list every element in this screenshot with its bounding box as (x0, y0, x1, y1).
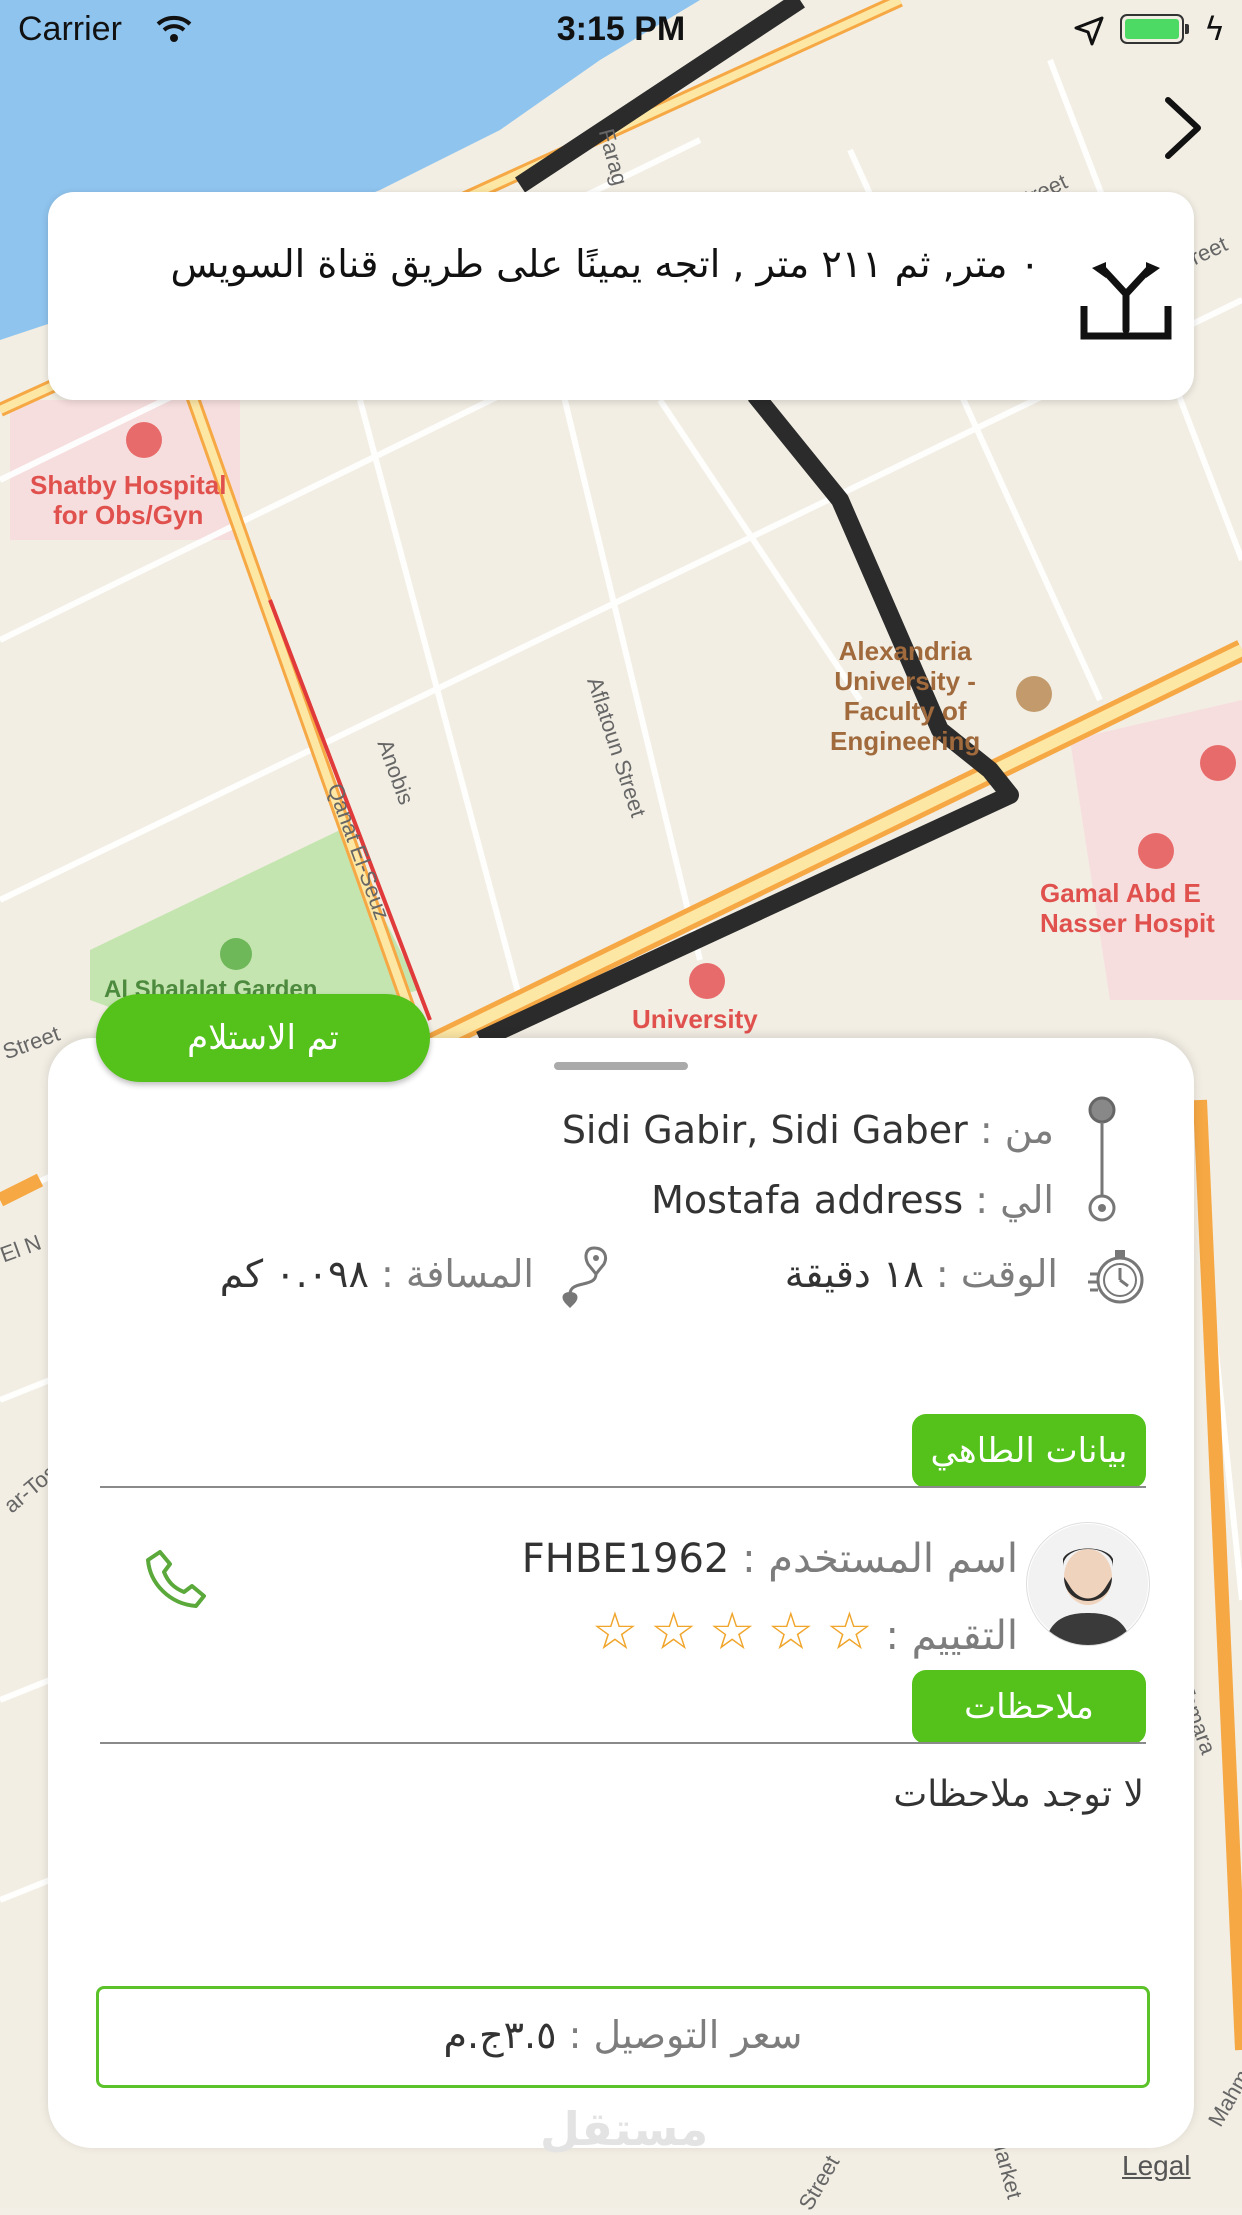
price-value: ٣.٥ج.م (443, 2013, 557, 2057)
phone-icon[interactable] (146, 1548, 206, 1608)
rating-stars: ☆☆☆☆☆ (580, 1602, 873, 1662)
star-icon: ☆ (767, 1602, 815, 1662)
rating-label: التقييم : (885, 1613, 1018, 1659)
from-value: Sidi Gabir, Sidi Gaber (561, 1108, 968, 1152)
stopwatch-icon (1088, 1250, 1144, 1304)
route-pin-icon (562, 1246, 608, 1308)
from-label: من : (979, 1108, 1054, 1152)
notes-divider (100, 1742, 1146, 1744)
pickup-done-button[interactable]: تم الاستلام (96, 994, 430, 1082)
star-icon: ☆ (826, 1602, 873, 1662)
delivery-price-box: سعر التوصيل : ٣.٥ج.م (96, 1986, 1150, 2088)
trip-details-sheet: من : Sidi Gabir, Sidi Gaber الي : Mostaf… (48, 1038, 1194, 2148)
time-label: الوقت : (935, 1252, 1058, 1296)
map-label-gamal-hospital: Gamal Abd E Nasser Hospit (1040, 878, 1215, 938)
instruction-text: ٠ متر, ثم ٢١١ متر , اتجه يمينًا على طريق… (170, 242, 1040, 286)
avatar (1026, 1522, 1150, 1646)
time-row: الوقت : ١٨ دقيقة (785, 1252, 1058, 1296)
chef-section-title: بيانات الطاهي (912, 1414, 1146, 1488)
username-row: اسم المستخدم : FHBE1962 (522, 1536, 1018, 1582)
map-label-alex-university: Alexandria University - Faculty of Engin… (830, 636, 981, 756)
turn-icon (1080, 262, 1172, 340)
to-label: الي : (975, 1178, 1054, 1222)
from-row: من : Sidi Gabir, Sidi Gaber (562, 1108, 1054, 1152)
star-icon: ☆ (650, 1602, 697, 1662)
notes-text: لا توجد ملاحظات (893, 1774, 1144, 1815)
battery-icon (1120, 14, 1189, 44)
chevron-right-icon[interactable] (1160, 96, 1206, 160)
to-value: Mostafa address (651, 1178, 964, 1222)
route-line-icon (1088, 1096, 1116, 1222)
username-label: اسم المستخدم : (742, 1536, 1018, 1582)
status-time: 3:15 PM (556, 10, 686, 48)
to-row: الي : Mostafa address (651, 1178, 1054, 1222)
map-label-university: University (632, 1004, 758, 1034)
distance-label: المسافة : (380, 1252, 534, 1296)
map-label-shatby-hospital: Shatby Hospital for Obs/Gyn (30, 470, 227, 530)
username-value: FHBE1962 (521, 1536, 730, 1582)
rating-row: التقييم : ☆☆☆☆☆ (580, 1602, 1018, 1662)
user-avatar-icon (1028, 1524, 1148, 1645)
navigation-instruction-card: ٠ متر, ثم ٢١١ متر , اتجه يمينًا على طريق… (48, 192, 1194, 400)
price-label: سعر التوصيل : (568, 2013, 803, 2057)
notes-section-title: ملاحظات (912, 1670, 1146, 1744)
location-arrow-icon (1074, 16, 1104, 46)
star-icon: ☆ (591, 1602, 639, 1662)
time-value: ١٨ دقيقة (784, 1252, 924, 1296)
delivery-price: سعر التوصيل : ٣.٥ج.م (99, 2013, 1147, 2057)
chef-divider (100, 1486, 1146, 1488)
sheet-grabber[interactable] (554, 1062, 688, 1070)
status-bar: Carrier 3:15 PM ϟ (0, 0, 1242, 60)
watermark: مستقل (540, 2102, 709, 2156)
star-icon: ☆ (708, 1602, 756, 1662)
distance-value: ٠.٠٩٨ كم (219, 1252, 369, 1296)
legal-link[interactable]: Legal (1122, 2150, 1191, 2182)
distance-row: المسافة : ٠.٠٩٨ كم (220, 1252, 534, 1296)
charging-icon: ϟ (1204, 10, 1226, 48)
